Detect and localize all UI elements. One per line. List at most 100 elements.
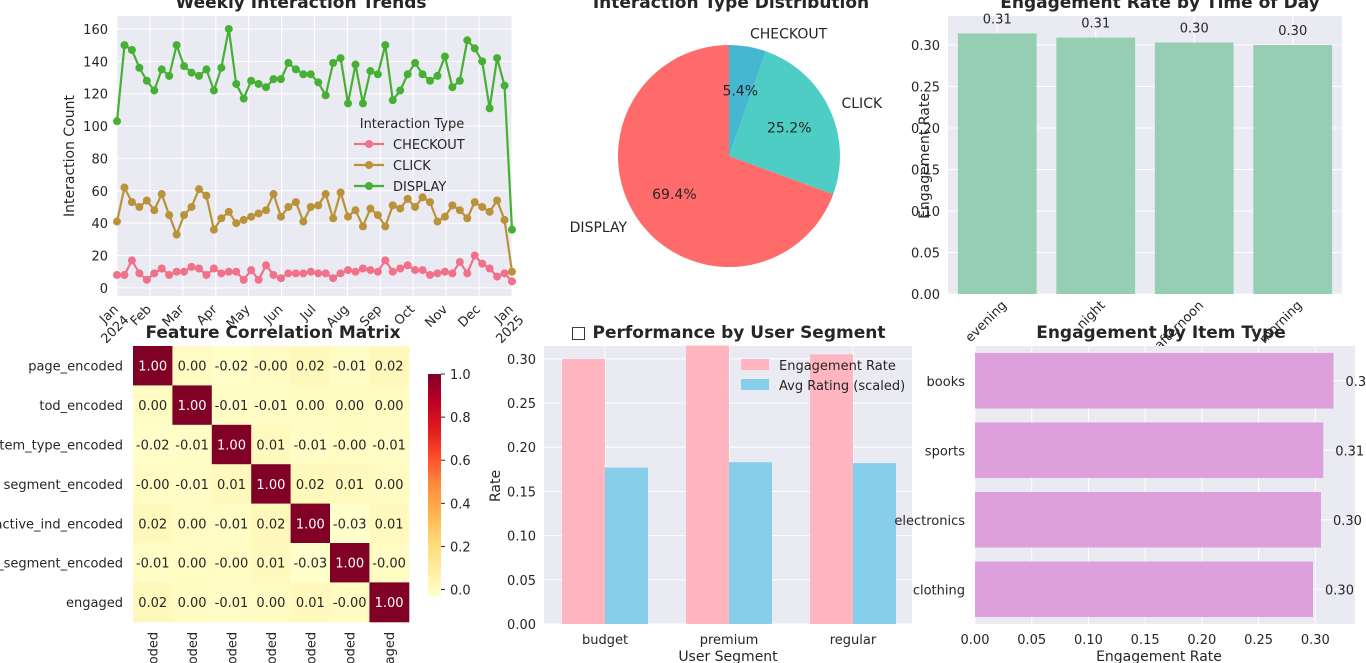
data-point-display [426, 76, 435, 85]
data-point-checkout [299, 269, 308, 278]
bar-clothing [975, 561, 1314, 618]
y-tick-label: electronics [894, 514, 965, 529]
row-label: segment_encoded [4, 478, 123, 493]
y-tick-label: 0.20 [507, 441, 536, 456]
data-point-display [209, 86, 218, 95]
cell-value: 0.01 [256, 439, 285, 454]
data-point-checkout [194, 264, 203, 273]
data-point-checkout [172, 267, 181, 276]
cell-value: 0.00 [296, 399, 325, 414]
cell-value: -0.03 [333, 517, 367, 532]
data-point-checkout [351, 267, 360, 276]
data-point-checkout [403, 261, 412, 270]
chart-title: □ Performance by User Segment [571, 323, 886, 343]
data-point-display [366, 67, 375, 76]
cell-value: 0.00 [375, 399, 404, 414]
data-point-checkout [135, 269, 144, 278]
data-point-display [127, 45, 136, 54]
data-point-click [247, 212, 256, 221]
y-tick-label: 0.10 [507, 530, 536, 545]
data-point-display [194, 71, 203, 80]
bar-value-label: 0.30 [1333, 514, 1362, 529]
cell-value: -0.01 [333, 360, 367, 375]
cell-value: 0.02 [296, 360, 325, 375]
data-point-display [403, 70, 412, 79]
y-tick-label: 80 [91, 152, 108, 167]
data-point-display [217, 63, 226, 72]
cell-value: -0.02 [215, 360, 249, 375]
y-axis-label: Interaction Count [62, 95, 78, 217]
data-point-click [224, 207, 233, 216]
x-tick-label: Jul [297, 302, 319, 324]
data-point-checkout [150, 269, 159, 278]
legend-marker [365, 140, 373, 148]
data-point-checkout [508, 277, 516, 286]
data-point-checkout [276, 274, 285, 283]
data-point-click [276, 212, 285, 221]
row-label: active_ind_encoded [0, 517, 123, 532]
data-point-display [150, 86, 159, 95]
colorbar [428, 374, 441, 596]
data-point-checkout [321, 269, 330, 278]
data-point-checkout [493, 272, 502, 281]
data-point-display [440, 52, 449, 61]
cell-value: 1.00 [296, 517, 325, 532]
y-axis-label: Rate [488, 470, 504, 502]
data-point-display [388, 96, 397, 105]
data-point-display [433, 71, 442, 80]
y-tick-label: sports [925, 444, 965, 459]
y-tick-label: 100 [83, 120, 108, 135]
data-point-display [113, 117, 121, 126]
col-label: oded [186, 632, 201, 663]
data-point-checkout [209, 264, 218, 273]
data-point-display [455, 76, 464, 85]
data-point-checkout [411, 266, 420, 275]
data-point-click [478, 202, 487, 211]
data-point-display [314, 78, 323, 87]
x-tick-line: Jul [297, 302, 319, 324]
data-point-display [232, 79, 241, 88]
data-point-display [478, 57, 487, 66]
data-point-checkout [157, 264, 166, 273]
legend-swatch [741, 359, 769, 370]
data-point-display [463, 36, 472, 45]
bar-night [1056, 37, 1136, 295]
pie-label: CHECKOUT [750, 26, 828, 42]
cell-value: -0.01 [293, 439, 327, 454]
y-tick-label: 20 [91, 250, 108, 265]
legend-label: CLICK [393, 159, 431, 174]
data-point-display [142, 76, 151, 85]
data-point-checkout [388, 267, 397, 276]
data-point-click [239, 215, 248, 224]
data-point-checkout [455, 258, 464, 267]
data-point-display [381, 41, 390, 50]
x-tick-label: 0.05 [1017, 633, 1046, 648]
time-of-day-chart: 0.000.050.100.150.200.250.300.31evening0… [911, 0, 1342, 353]
data-point-click [202, 191, 211, 200]
chart-title: Weekly Interaction Trends [175, 0, 426, 13]
cell-value: -0.02 [136, 439, 170, 454]
data-point-checkout [485, 264, 494, 273]
chart-title: Engagement by Item Type [1036, 323, 1286, 343]
data-point-click [194, 185, 203, 194]
cell-value: 0.01 [217, 478, 246, 493]
data-point-click [493, 196, 502, 205]
trends-chart: 020406080100120140160Jan2024Feb Mar Apr May… [62, 0, 527, 347]
colorbar-tick-label: 0.2 [450, 540, 471, 555]
cell-value: -0.00 [333, 439, 367, 454]
data-point-display [284, 58, 293, 67]
data-point-click [440, 212, 449, 221]
col-label: oded [265, 632, 280, 663]
data-point-display [493, 54, 502, 63]
cell-value: 0.01 [296, 596, 325, 611]
bar-value-label: 0.30 [1278, 24, 1307, 39]
bar-value-label: 0.31 [1335, 444, 1364, 459]
cell-value: 0.00 [256, 596, 285, 611]
data-point-click [470, 198, 479, 207]
data-point-checkout [448, 269, 457, 278]
data-point-click [336, 188, 345, 197]
pie-pct-label: 69.4% [652, 187, 696, 203]
colorbar-tick-label: 0.8 [450, 411, 471, 426]
data-point-display [269, 75, 278, 84]
x-axis-label: User Segment [678, 649, 778, 663]
